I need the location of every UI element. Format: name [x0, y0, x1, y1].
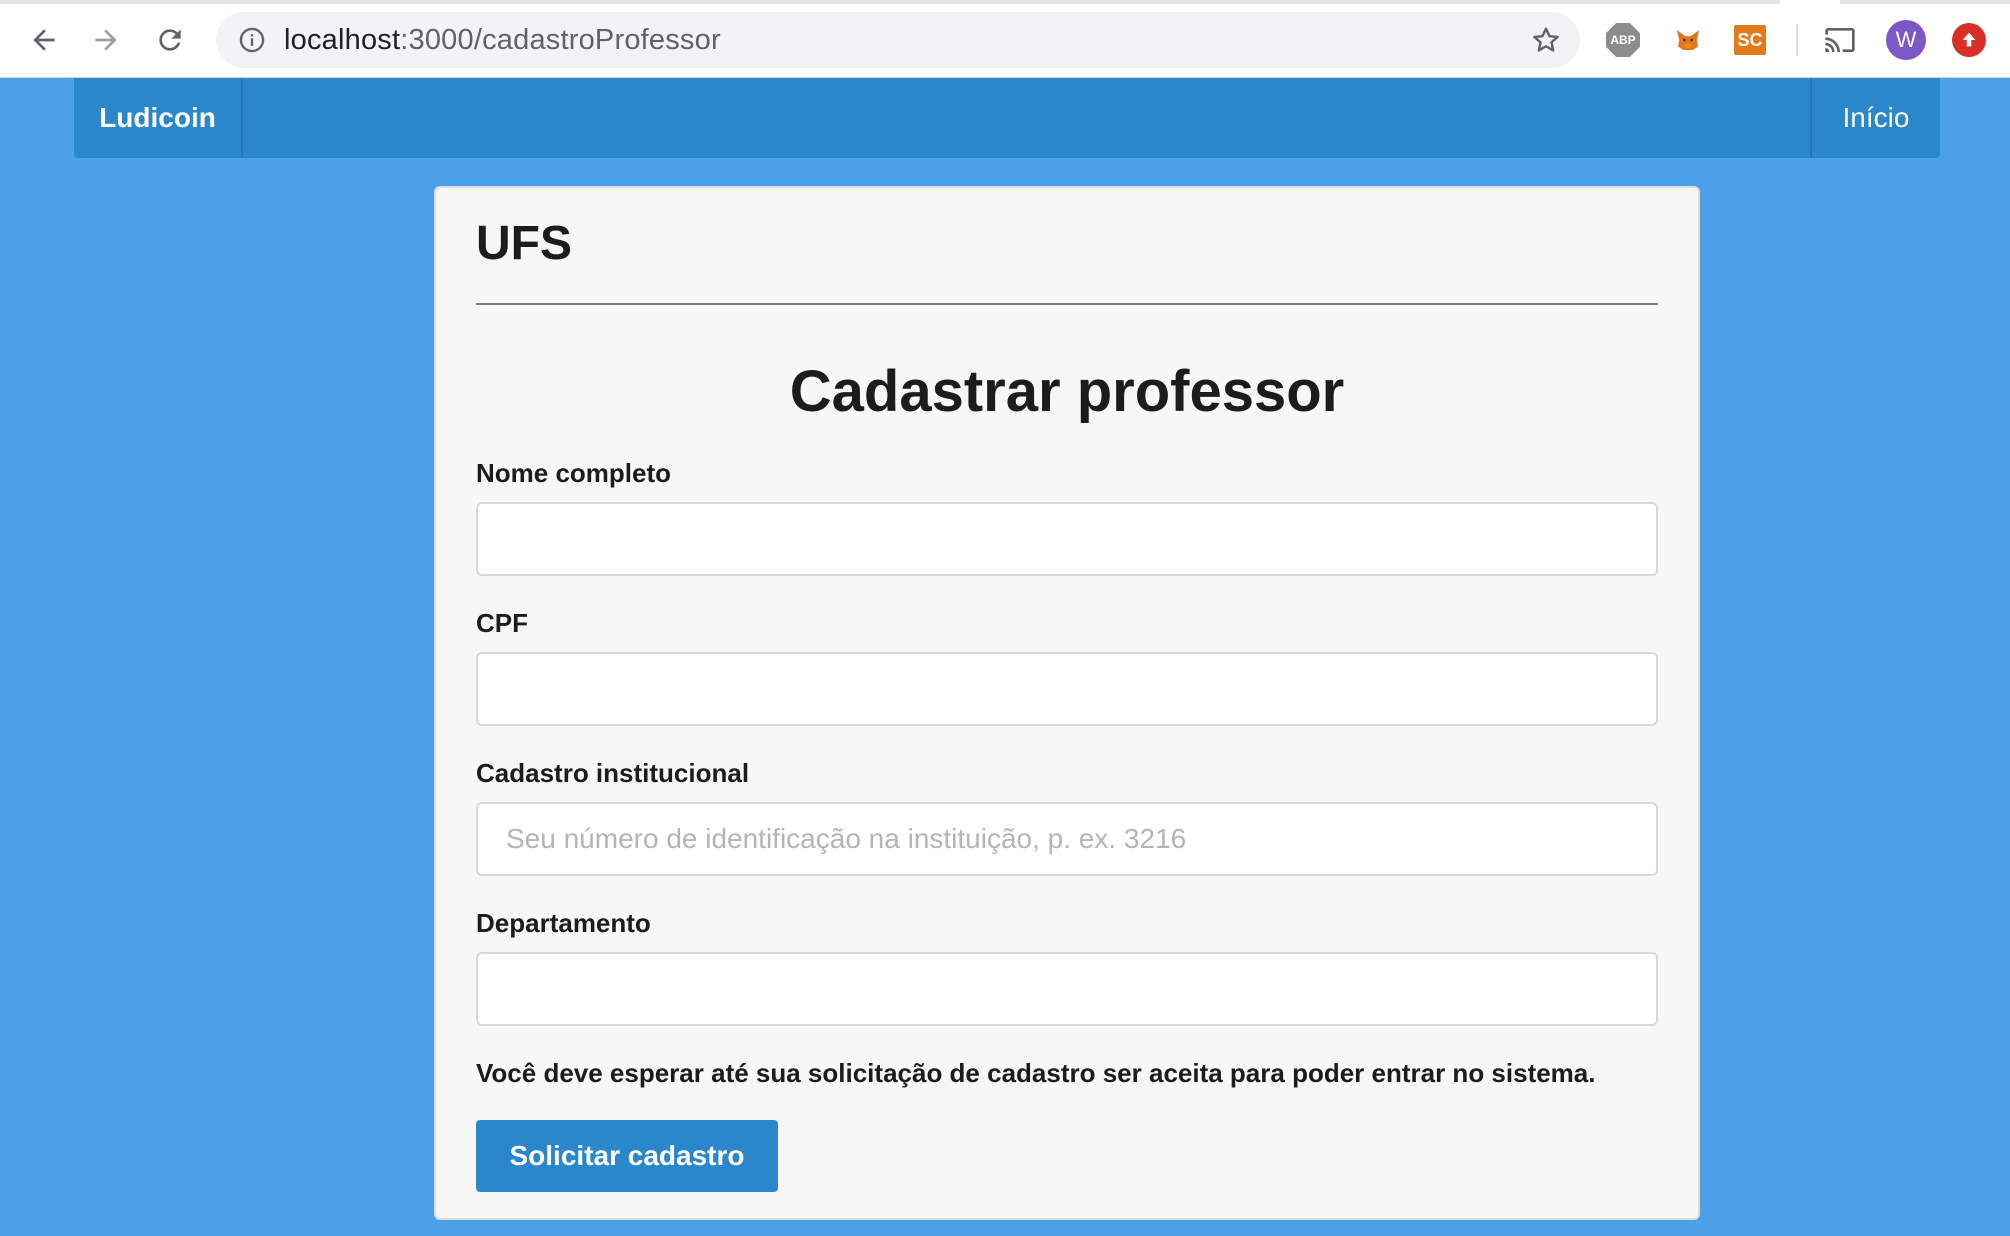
reload-icon: [159, 29, 181, 51]
arrow-left-icon: [33, 29, 55, 51]
sc-extension-icon[interactable]: SC: [1734, 25, 1766, 55]
browser-toolbar: localhost:3000/cadastroProfessor ABP SC …: [0, 0, 2010, 78]
metamask-extension[interactable]: [1670, 22, 1706, 58]
register-card: UFS Cadastrar professor Nome completo CP…: [434, 186, 1700, 1220]
toolbar-separator: [1796, 24, 1798, 56]
profile-initial: W: [1895, 27, 1917, 52]
arrow-right-icon: [95, 29, 117, 51]
full-name-input[interactable]: [476, 502, 1658, 576]
url-path: :3000/cadastroProfessor: [400, 24, 721, 56]
forward-button[interactable]: [84, 18, 128, 62]
department-label: Departamento: [476, 908, 651, 938]
back-button[interactable]: [22, 18, 66, 62]
cast-icon: [1825, 28, 1855, 52]
address-bar[interactable]: localhost:3000/cadastroProfessor: [216, 12, 1580, 68]
tab-strip-edge: [0, 0, 2010, 4]
app-navbar: Ludicoin Início: [74, 78, 1940, 158]
url-text[interactable]: localhost:3000/cadastroProfessor: [284, 12, 721, 68]
cpf-label: CPF: [476, 608, 528, 638]
fox-icon: [1676, 30, 1700, 50]
abp-label: ABP: [1610, 33, 1636, 47]
page-title: Cadastrar professor: [789, 359, 1345, 424]
divider: [476, 303, 1658, 305]
star-icon[interactable]: [1530, 24, 1562, 56]
adblock-extension-icon[interactable]: ABP: [1606, 23, 1640, 57]
cpf-input[interactable]: [476, 652, 1658, 726]
full-name-label: Nome completo: [476, 458, 672, 488]
arrow-up-icon: [1962, 32, 1976, 47]
update-button[interactable]: [1952, 23, 1986, 57]
cast-button[interactable]: [1822, 22, 1858, 58]
home-link[interactable]: Início: [1810, 78, 1940, 158]
info-icon[interactable]: [238, 26, 266, 54]
profile-avatar[interactable]: W: [1886, 20, 1926, 60]
department-input[interactable]: [476, 952, 1658, 1026]
institutional-id-input[interactable]: [476, 802, 1658, 876]
reload-button[interactable]: [148, 18, 192, 62]
institutional-id-label: Cadastro institucional: [476, 758, 750, 788]
request-registration-button[interactable]: Solicitar cadastro: [476, 1120, 778, 1192]
approval-notice: Você deve esperar até sua solicitação de…: [476, 1058, 1596, 1088]
brand-link[interactable]: Ludicoin: [74, 78, 243, 158]
organization-title: UFS: [476, 217, 572, 270]
sc-label: SC: [1737, 29, 1763, 50]
url-host: localhost: [284, 24, 401, 56]
